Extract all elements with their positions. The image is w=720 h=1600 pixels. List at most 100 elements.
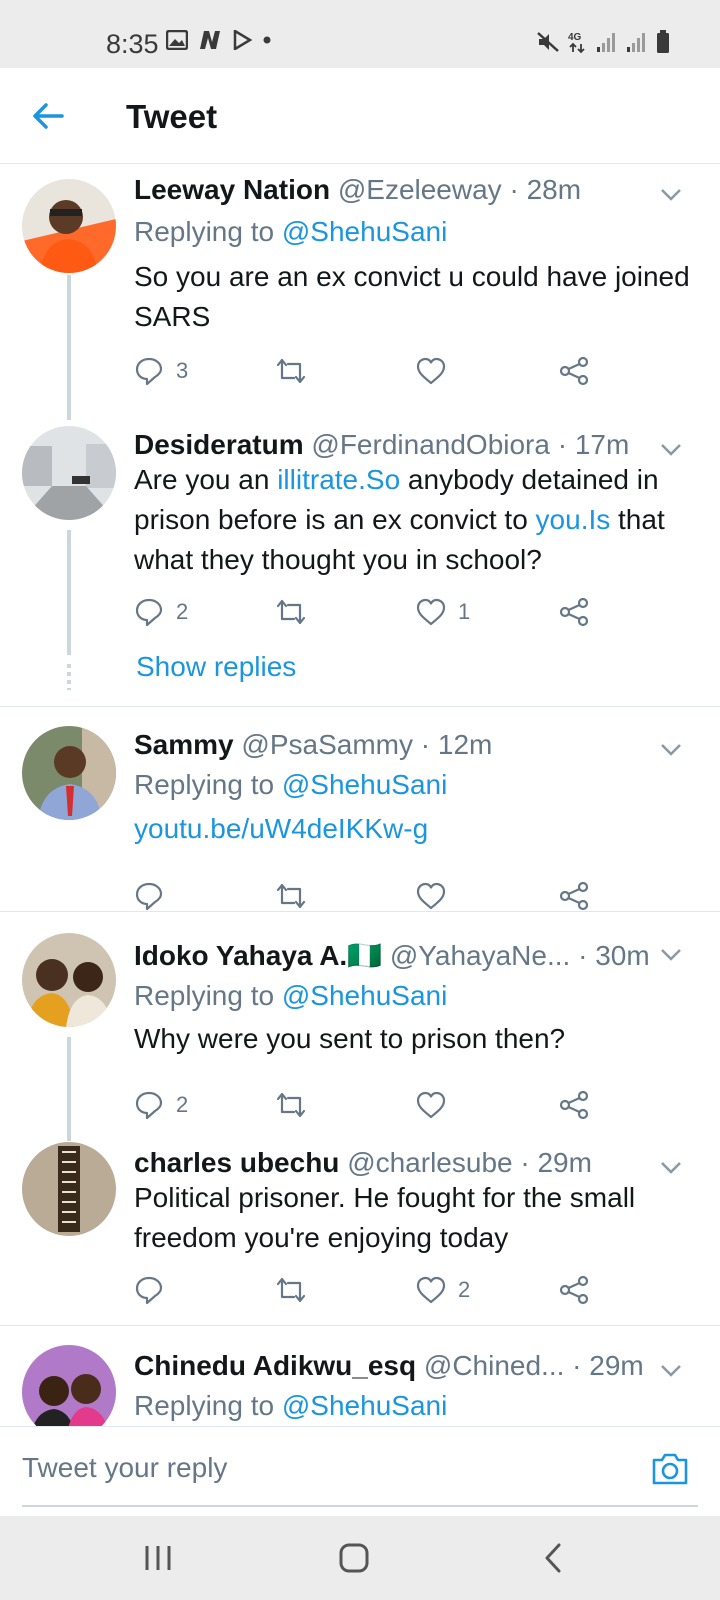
author-name[interactable]: Sammy	[134, 729, 234, 760]
retweet-button[interactable]	[274, 594, 308, 630]
tweet-link[interactable]: youtu.be/uW4deIKKw-g	[134, 812, 428, 846]
avatar[interactable]	[22, 426, 116, 520]
dot-icon	[263, 36, 271, 44]
heart-icon	[416, 882, 446, 910]
replying-to: Replying to @ShehuSani	[134, 980, 448, 1011]
signal-icon	[597, 33, 615, 52]
tweet-chinedu-adikwu[interactable]: Chinedu Adikwu_esq @Chined... · 29m Repl…	[0, 1341, 720, 1427]
camera-icon[interactable]	[650, 1451, 690, 1487]
like-button[interactable]: 2	[416, 1272, 470, 1308]
author-name[interactable]: Idoko Yahaya A.	[134, 940, 347, 971]
tweet-leeway-nation[interactable]: Leeway Nation @Ezeleeway · 28m Replying …	[0, 165, 720, 420]
network-4g-icon: 4G	[568, 32, 585, 54]
home-icon[interactable]	[334, 1538, 374, 1578]
chevron-down-icon[interactable]	[658, 941, 684, 967]
share-icon	[559, 881, 589, 911]
status-bar: 8:35 4G	[0, 0, 720, 68]
thread-line	[67, 275, 71, 420]
reply-icon	[135, 357, 163, 386]
reply-button[interactable]	[134, 1272, 164, 1308]
tweet-time: · 17m	[557, 429, 630, 460]
heart-icon	[416, 1091, 446, 1119]
reply-button[interactable]: 2	[134, 594, 188, 630]
retweet-button[interactable]	[274, 1272, 308, 1308]
retweet-icon	[276, 599, 306, 625]
author-handle[interactable]: @YahayaNe...	[390, 940, 570, 971]
avatar[interactable]	[22, 933, 116, 1027]
flag-emoji: 🇳🇬	[347, 940, 383, 971]
show-replies-link[interactable]: Show replies	[136, 650, 296, 684]
avatar[interactable]	[22, 1142, 116, 1236]
chevron-down-icon[interactable]	[658, 181, 684, 207]
input-underline	[22, 1505, 698, 1507]
tweet-desideratum[interactable]: Desideratum @FerdinandObiora · 17m Are y…	[0, 420, 720, 705]
battery-icon	[657, 30, 669, 53]
reply-button[interactable]	[134, 878, 164, 914]
author-handle[interactable]: @PsaSammy	[241, 729, 413, 760]
author-name[interactable]: charles ubechu	[134, 1147, 339, 1178]
play-store-icon	[233, 30, 252, 50]
retweet-icon	[276, 883, 306, 909]
author-handle[interactable]: @Ezeleeway	[338, 174, 502, 205]
reply-icon	[135, 1276, 163, 1305]
chevron-down-icon[interactable]	[658, 736, 684, 762]
tweet-actions: 3	[134, 353, 614, 389]
author-name[interactable]: Leeway Nation	[134, 174, 330, 205]
like-button[interactable]	[416, 353, 446, 389]
avatar[interactable]	[22, 179, 116, 273]
replying-to: Replying to @ShehuSani	[134, 216, 448, 247]
tweet-sammy[interactable]: Sammy @PsaSammy · 12m Replying to @Shehu…	[0, 720, 720, 911]
mention-link[interactable]: @ShehuSani	[282, 769, 447, 800]
share-icon	[559, 597, 589, 627]
inline-link[interactable]: illitrate.So	[277, 464, 400, 495]
chevron-down-icon[interactable]	[658, 1357, 684, 1383]
like-button[interactable]	[416, 1087, 446, 1123]
inline-link[interactable]: you.Is	[536, 504, 611, 535]
mention-link[interactable]: @ShehuSani	[282, 216, 447, 247]
share-button[interactable]	[558, 1087, 590, 1123]
back-nav-icon[interactable]	[534, 1538, 574, 1578]
heart-icon	[416, 598, 446, 626]
author-name[interactable]: Desideratum	[134, 429, 304, 460]
retweet-button[interactable]	[274, 353, 308, 389]
divider	[0, 706, 720, 707]
chevron-down-icon[interactable]	[658, 436, 684, 462]
retweet-button[interactable]	[274, 1087, 308, 1123]
like-button[interactable]: 1	[416, 594, 470, 630]
chevron-down-icon[interactable]	[658, 1154, 684, 1180]
tweet-actions	[134, 878, 614, 914]
share-icon	[559, 1275, 589, 1305]
reply-input[interactable]: Tweet your reply	[22, 1449, 227, 1487]
retweet-button[interactable]	[274, 878, 308, 914]
gallery-icon	[166, 30, 188, 50]
reply-icon	[135, 1091, 163, 1120]
avatar[interactable]	[22, 726, 116, 820]
tweet-charles-ubechu[interactable]: charles ubechu @charlesube · 29m Politic…	[0, 1138, 720, 1318]
share-button[interactable]	[558, 353, 590, 389]
share-button[interactable]	[558, 594, 590, 630]
author-name[interactable]: Chinedu Adikwu_esq	[134, 1350, 416, 1381]
recent-apps-icon[interactable]	[138, 1538, 178, 1578]
system-nav-bar	[0, 1516, 720, 1600]
share-button[interactable]	[558, 1272, 590, 1308]
tweet-text: Are you an illitrate.So anybody detained…	[134, 464, 665, 575]
reply-button[interactable]: 3	[134, 353, 188, 389]
tweet-text: Why were you sent to prison then?	[134, 1023, 566, 1054]
like-count: 2	[458, 1277, 471, 1302]
mention-link[interactable]: @ShehuSani	[282, 980, 447, 1011]
like-button[interactable]	[416, 878, 446, 914]
reply-count: 2	[176, 1092, 189, 1117]
author-handle[interactable]: @Chined...	[424, 1350, 565, 1381]
mention-link[interactable]: @ShehuSani	[282, 1390, 447, 1421]
tweet-idoko-yahaya[interactable]: Idoko Yahaya A.🇳🇬 @YahayaNe... · 30m Rep…	[0, 931, 720, 1141]
tweet-time: · 12m	[420, 729, 493, 760]
share-button[interactable]	[558, 878, 590, 914]
replying-to: Replying to @ShehuSani	[134, 1390, 448, 1421]
back-arrow-icon[interactable]	[28, 96, 68, 136]
reply-count: 3	[176, 358, 189, 383]
author-handle[interactable]: @FerdinandObiora	[311, 429, 550, 460]
tweet-time: · 29m	[572, 1350, 644, 1381]
reply-button[interactable]: 2	[134, 1087, 188, 1123]
author-handle[interactable]: @charlesube	[347, 1147, 512, 1178]
avatar[interactable]	[22, 1345, 116, 1427]
